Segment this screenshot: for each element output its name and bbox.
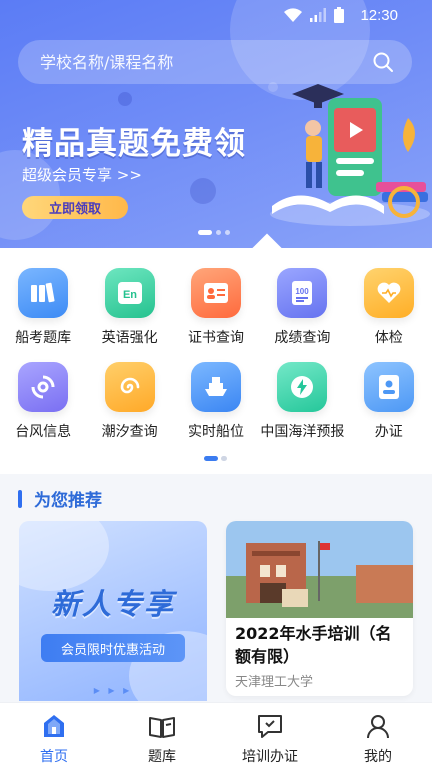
newcomer-promo-card[interactable]: 新人专享 会员限时优惠活动 ▶ ▶ ▶	[19, 521, 207, 701]
bottom-nav: 首页 题库 培训办证 我的	[0, 702, 432, 768]
banner-pagination	[198, 230, 230, 235]
ship-icon	[190, 362, 241, 412]
feature-row-1: 船考题库 En 英语强化 证书查询 100 成绩查询 体检	[0, 268, 432, 347]
tide-icon	[104, 362, 155, 412]
grid-label: 实时船位	[187, 424, 244, 440]
course-school: 天津理工大学	[235, 675, 314, 690]
course-title: 2022年水手培训（名额有限）	[235, 624, 392, 666]
search-input[interactable]	[40, 52, 372, 72]
grid-pagination	[204, 456, 227, 461]
chat-check-icon	[258, 715, 282, 738]
recommend-header: 为您推荐	[18, 486, 102, 511]
nav-label: 首页	[40, 749, 68, 765]
newcomer-headline: 新人专享	[50, 587, 175, 621]
grid-item-tide[interactable]: 潮汐查询	[86, 362, 172, 441]
health-heart-icon	[363, 268, 414, 318]
grid-item-certificate[interactable]: 证书查询	[173, 268, 259, 347]
grid-item-typhoon[interactable]: 台风信息	[0, 362, 86, 441]
search-icon[interactable]	[372, 51, 394, 73]
wifi-icon	[284, 8, 303, 22]
campus-photo	[226, 521, 413, 618]
nav-training[interactable]: 培训办证	[216, 703, 324, 768]
grid-item-english[interactable]: En 英语强化	[86, 268, 172, 347]
banner[interactable]: 12:30 精品真题免费领 超级会员专享 >> 立即领取	[0, 0, 432, 248]
promo-title: 精品真题免费领	[22, 126, 246, 162]
grid-item-health[interactable]: 体检	[346, 268, 432, 347]
study-illustration	[270, 84, 430, 226]
recommend-title: 为您推荐	[34, 491, 102, 511]
grid-item-ship-position[interactable]: 实时船位	[173, 362, 259, 441]
feature-row-2: 台风信息 潮汐查询 实时船位 中国海洋预报 办证	[0, 362, 432, 441]
grid-item-ocean-forecast[interactable]: 中国海洋预报	[259, 362, 345, 441]
grid-item-score[interactable]: 100 成绩查询	[259, 268, 345, 347]
feature-grid: 船考题库 En 英语强化 证书查询 100 成绩查询 体检 台风信息 潮汐查询 …	[0, 248, 432, 474]
typhoon-icon	[18, 362, 69, 412]
lightning-icon	[277, 362, 328, 412]
certificate-icon	[190, 268, 241, 318]
nav-home[interactable]: 首页	[0, 703, 108, 768]
nav-label: 培训办证	[242, 749, 298, 765]
nav-label: 题库	[148, 749, 176, 765]
grid-label: 英语强化	[101, 330, 158, 346]
course-card[interactable]: 2022年水手培训（名额有限） 天津理工大学	[226, 521, 413, 696]
english-icon: En	[104, 268, 155, 318]
svg-text:En: En	[123, 289, 137, 301]
grid-label: 潮汐查询	[101, 424, 158, 440]
signal-icon	[310, 8, 327, 22]
claim-button[interactable]: 立即领取	[22, 196, 128, 219]
grid-label: 中国海洋预报	[260, 424, 345, 440]
grid-label: 成绩查询	[274, 330, 331, 346]
home-icon	[44, 715, 64, 737]
nav-label: 我的	[364, 749, 392, 765]
score-icon: 100	[277, 268, 328, 318]
book-stack-icon	[18, 268, 69, 318]
promo-subtitle[interactable]: 超级会员专享 >>	[22, 164, 142, 185]
member-offer-tag: 会员限时优惠活动	[41, 634, 185, 662]
grid-label: 台风信息	[15, 424, 72, 440]
status-time: 12:30	[360, 6, 398, 24]
user-icon	[367, 715, 389, 739]
battery-icon	[334, 7, 345, 23]
arrows-icon: ▶ ▶ ▶	[93, 686, 133, 695]
nav-question-bank[interactable]: 题库	[108, 703, 216, 768]
grid-label: 体检	[374, 330, 403, 346]
grid-label: 证书查询	[187, 330, 244, 346]
svg-text:100: 100	[296, 287, 310, 296]
nav-profile[interactable]: 我的	[324, 703, 432, 768]
open-book-icon	[149, 717, 175, 738]
status-bar: 12:30	[0, 0, 432, 30]
grid-label: 船考题库	[15, 330, 72, 346]
id-card-icon	[363, 362, 414, 412]
grid-item-question-bank[interactable]: 船考题库	[0, 268, 86, 347]
grid-label: 办证	[374, 424, 403, 440]
grid-item-id-card[interactable]: 办证	[346, 362, 432, 441]
